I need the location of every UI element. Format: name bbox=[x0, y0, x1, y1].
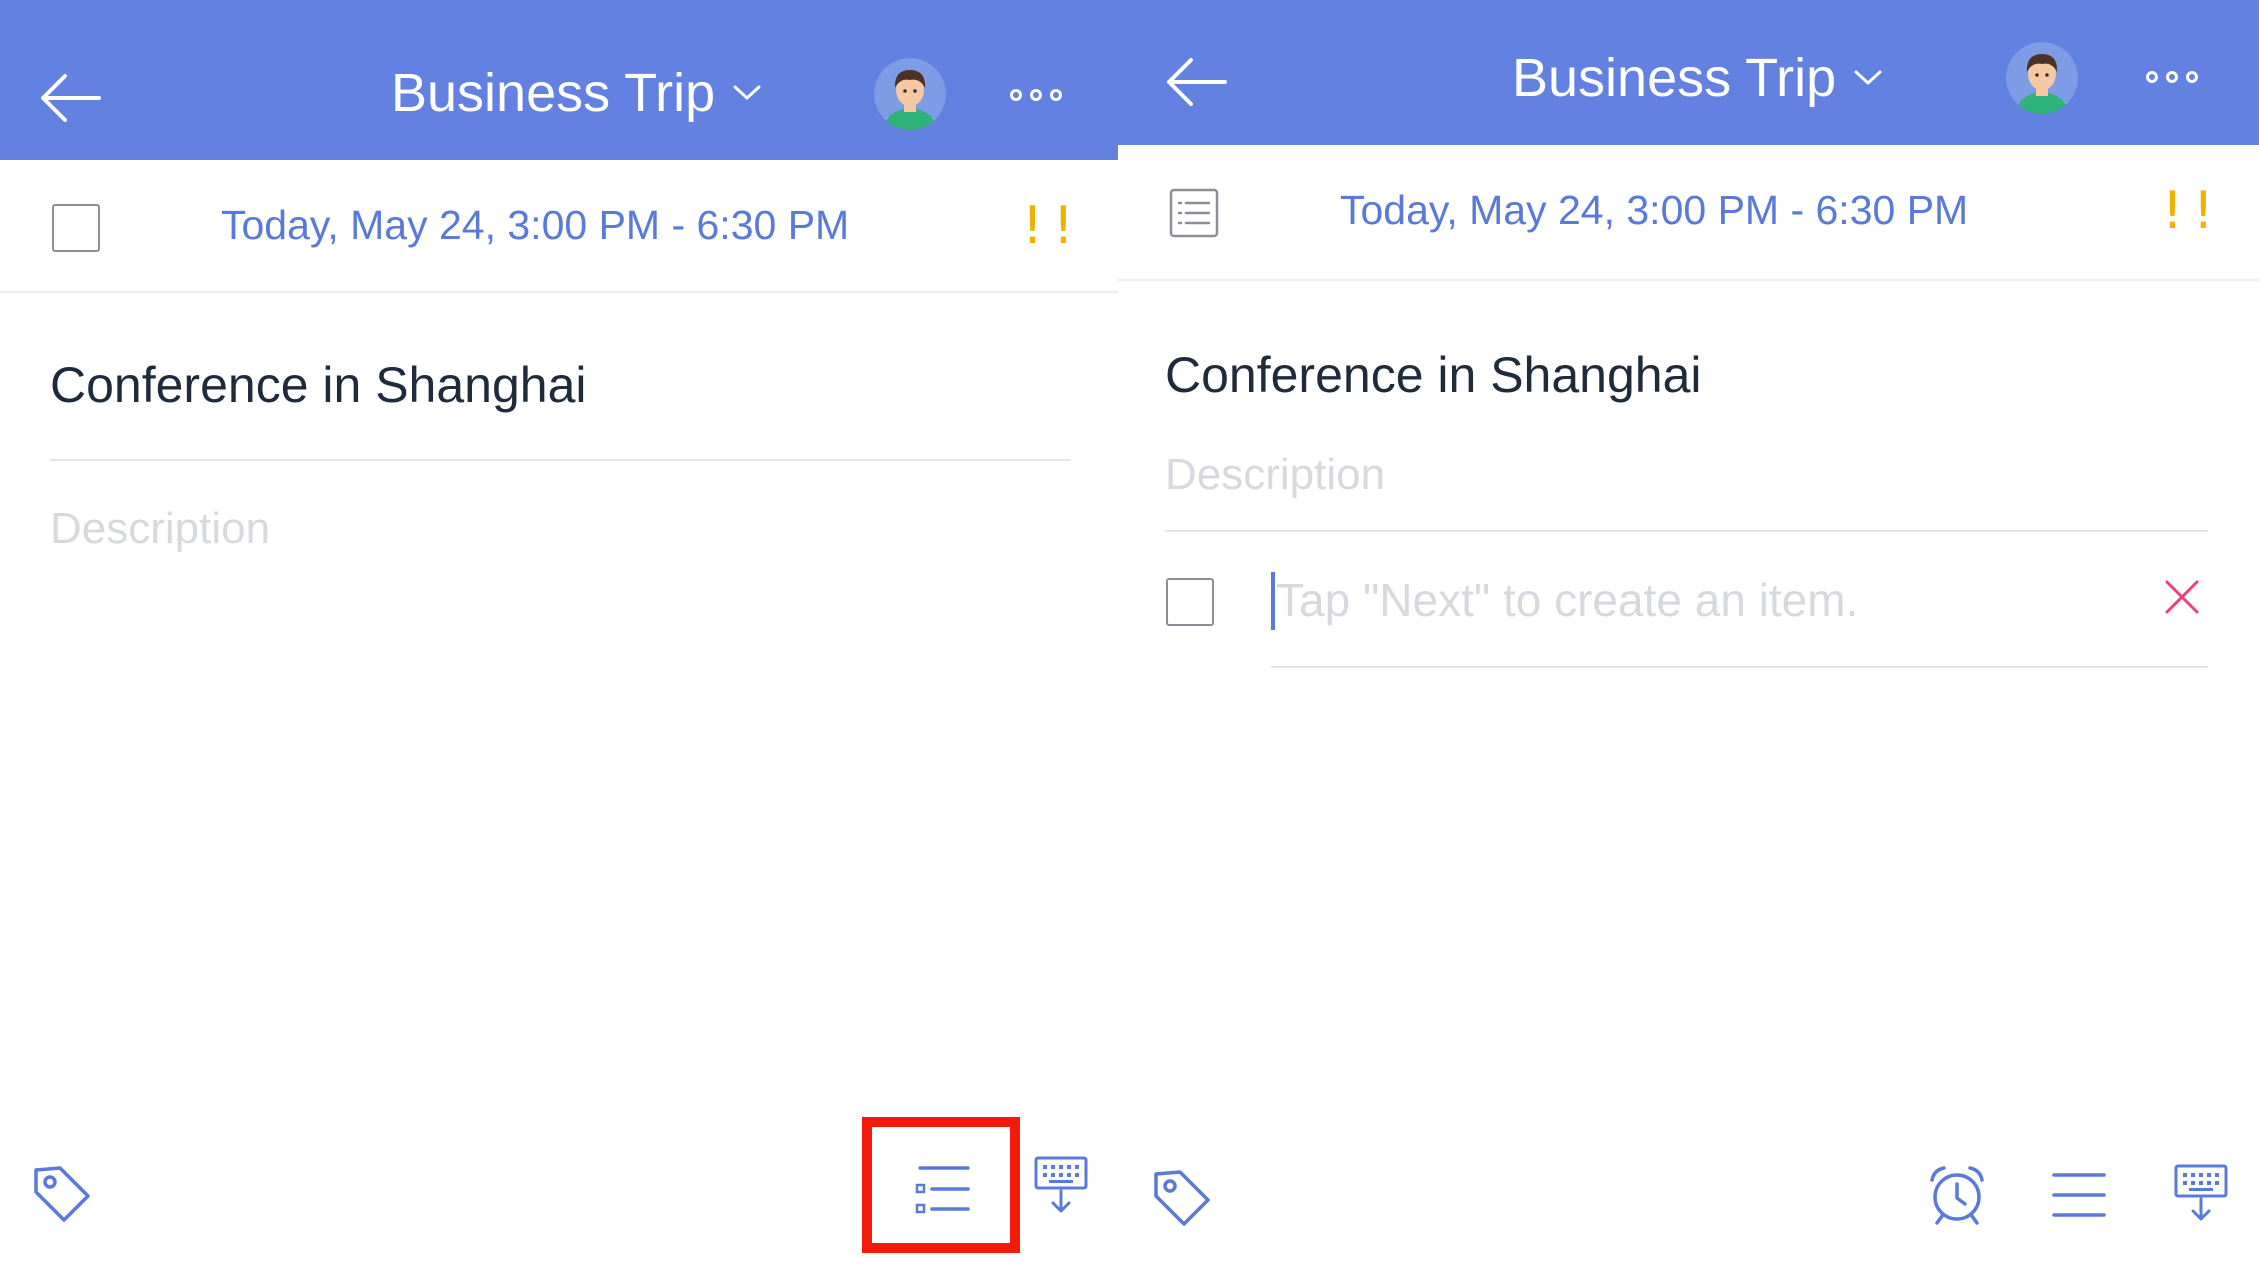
more-options-button[interactable] bbox=[1010, 89, 1062, 101]
description-field[interactable]: Description bbox=[1165, 450, 1385, 500]
more-options-button[interactable] bbox=[2146, 71, 2198, 83]
task-title[interactable]: Conference in Shanghai bbox=[1165, 346, 1702, 404]
tag-icon bbox=[1154, 1170, 1210, 1226]
dismiss-keyboard-button[interactable] bbox=[2170, 1160, 2232, 1226]
due-date-button[interactable]: Today, May 24, 3:00 PM - 6:30 PM bbox=[221, 202, 849, 249]
back-button[interactable] bbox=[1156, 42, 1236, 122]
highlight-box bbox=[862, 1117, 1020, 1253]
priority-indicator[interactable]: !! bbox=[1022, 196, 1084, 256]
dismiss-keyboard-button[interactable] bbox=[1030, 1152, 1092, 1218]
priority-indicator[interactable]: !! bbox=[2162, 181, 2224, 241]
text-format-button[interactable] bbox=[2048, 1162, 2110, 1228]
left-screen: Business Trip Today, May 24, 3:00 PM - 6… bbox=[0, 0, 1118, 1265]
more-dot bbox=[2166, 71, 2178, 83]
back-arrow-icon bbox=[41, 74, 101, 122]
right-screen: Business Trip Today, May 24, 3:00 PM - 6… bbox=[1118, 0, 2259, 1265]
avatar[interactable] bbox=[874, 58, 946, 130]
close-icon bbox=[2165, 580, 2199, 614]
tag-button[interactable] bbox=[26, 1158, 98, 1230]
more-dot bbox=[1010, 89, 1022, 101]
back-arrow-icon bbox=[1167, 58, 1227, 106]
back-button[interactable] bbox=[30, 58, 110, 138]
top-nav-bar: Business Trip bbox=[1118, 0, 2259, 145]
keyboard-dismiss-icon bbox=[2174, 1164, 2228, 1221]
checklist-doc-icon bbox=[1169, 188, 1219, 238]
reminder-button[interactable] bbox=[1922, 1160, 1992, 1230]
alarm-icon bbox=[1930, 1166, 1984, 1225]
tag-icon bbox=[34, 1166, 90, 1222]
description-divider bbox=[1165, 530, 2208, 532]
description-field[interactable]: Description bbox=[50, 504, 270, 554]
date-priority-row: Today, May 24, 3:00 PM - 6:30 PM !! bbox=[1118, 145, 2259, 281]
more-dot bbox=[1050, 89, 1062, 101]
more-dot bbox=[2146, 71, 2158, 83]
task-type-button[interactable] bbox=[1168, 187, 1220, 239]
checklist-item-checkbox[interactable] bbox=[1166, 578, 1214, 626]
task-title[interactable]: Conference in Shanghai bbox=[50, 356, 587, 414]
date-priority-row: Today, May 24, 3:00 PM - 6:30 PM !! bbox=[0, 160, 1118, 293]
avatar[interactable] bbox=[2006, 42, 2078, 114]
due-date-button[interactable]: Today, May 24, 3:00 PM - 6:30 PM bbox=[1340, 187, 1968, 234]
text-cursor bbox=[1271, 572, 1275, 630]
list-title: Business Trip bbox=[391, 63, 716, 123]
list-title: Business Trip bbox=[1512, 48, 1837, 108]
delete-item-button[interactable] bbox=[2159, 574, 2205, 620]
keyboard-dismiss-icon bbox=[1034, 1156, 1088, 1213]
more-dot bbox=[2186, 71, 2198, 83]
item-divider bbox=[1271, 666, 2208, 668]
task-complete-checkbox[interactable] bbox=[52, 204, 100, 252]
checklist-item-input[interactable] bbox=[1276, 570, 2156, 630]
user-avatar-icon bbox=[874, 58, 946, 130]
list-selector[interactable]: Business Trip bbox=[1512, 47, 1882, 109]
user-avatar-icon bbox=[2006, 42, 2078, 114]
list-selector[interactable]: Business Trip bbox=[391, 62, 761, 124]
top-nav-bar: Business Trip bbox=[0, 0, 1118, 160]
title-divider bbox=[50, 459, 1071, 461]
text-lines-icon bbox=[2052, 1173, 2106, 1217]
chevron-down-icon bbox=[1854, 70, 1882, 85]
chevron-down-icon bbox=[733, 85, 761, 100]
more-dot bbox=[1030, 89, 1042, 101]
tag-button[interactable] bbox=[1146, 1162, 1218, 1234]
